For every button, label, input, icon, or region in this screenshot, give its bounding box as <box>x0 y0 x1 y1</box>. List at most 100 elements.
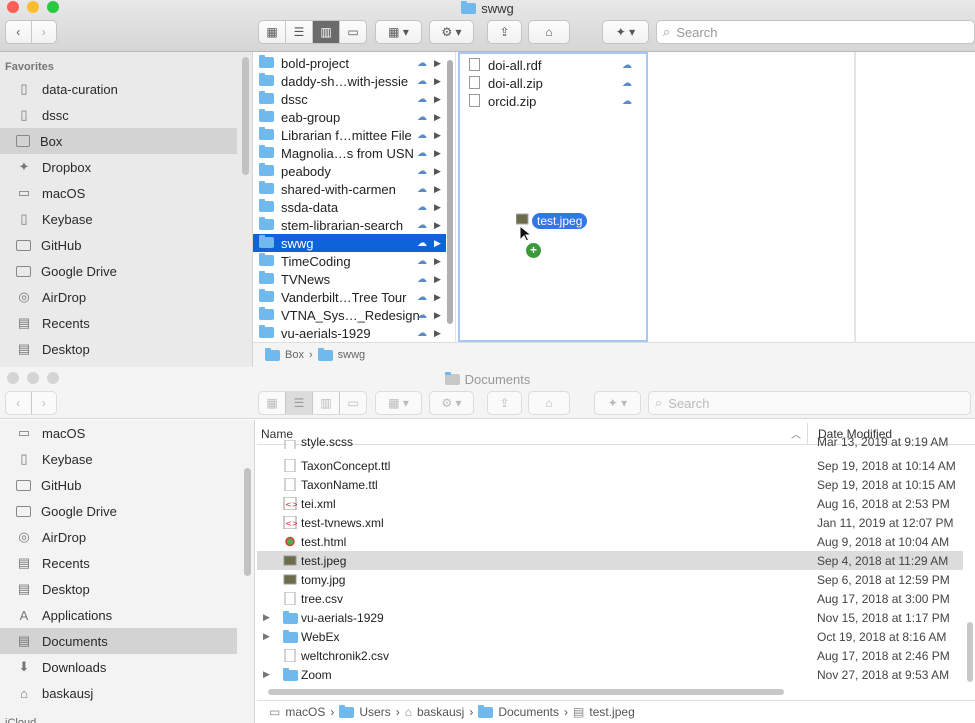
folder-row[interactable]: daddy-sh…with-jessie ☁ ▶ <box>253 72 446 90</box>
folder-row[interactable]: Magnolia…s from USN ☁ ▶ <box>253 144 446 162</box>
sidebar-item-documents[interactable]: ▤ Documents <box>0 628 237 654</box>
path-segment-macos[interactable]: macOS <box>285 705 325 719</box>
forward-button[interactable]: › <box>32 392 57 414</box>
path-segment-users[interactable]: Users <box>359 705 390 719</box>
folder-row[interactable]: vu-aerials-1929 ☁ ▶ <box>253 324 446 342</box>
gallery-view-button[interactable]: ▭ <box>340 392 366 414</box>
sidebar-item-macos[interactable]: ▭ macOS <box>0 420 237 446</box>
sidebar-item-macos[interactable]: ▭ macOS <box>0 180 237 206</box>
table-row[interactable]: weltchronik2.csv Aug 17, 2018 at 2:46 PM <box>257 646 963 665</box>
folder-row[interactable]: Vanderbilt…Tree Tour ☁ ▶ <box>253 288 446 306</box>
list-view-button[interactable]: ☰ <box>286 21 313 43</box>
back-button[interactable]: ‹ <box>6 21 32 43</box>
cloud-icon: ☁ <box>417 309 427 321</box>
folder-row[interactable]: VTNA_Sys…_Redesign ☁ ▶ <box>253 306 446 324</box>
dropbox-button[interactable]: ✦ ▾ <box>602 20 649 44</box>
path-segment-box[interactable]: Box <box>285 349 304 361</box>
sidebar-item-keybase[interactable]: ▯ Keybase <box>0 206 237 232</box>
sidebar-item-recents[interactable]: ▤ Recents <box>0 310 237 336</box>
disclosure-arrow-icon[interactable]: ▶ <box>263 612 270 623</box>
icon-view-button[interactable]: ▦ <box>259 21 286 43</box>
sidebar-item-dssc[interactable]: ▯ dssc <box>0 102 237 128</box>
disclosure-arrow-icon: ▶ <box>434 129 441 140</box>
group-button[interactable]: ▦ ▾ <box>375 20 422 44</box>
sidebar-item-downloads[interactable]: ⬇ Downloads <box>0 654 237 680</box>
search-field[interactable]: ⌕ Search <box>656 20 975 44</box>
folder-row[interactable]: peabody ☁ ▶ <box>253 162 446 180</box>
column-scrollbar[interactable] <box>447 60 453 324</box>
folder-row[interactable]: bold-project ☁ ▶ <box>253 54 446 72</box>
forward-button[interactable]: › <box>32 21 57 43</box>
sidebar-item-box[interactable]: Box <box>0 128 237 154</box>
drag-label: test.jpeg <box>532 213 588 229</box>
path-segment-swwg[interactable]: swwg <box>338 349 366 361</box>
file-row[interactable]: doi-all.zip ☁ <box>460 74 646 92</box>
share-button[interactable]: ⇪ <box>487 20 522 44</box>
disclosure-arrow-icon[interactable]: ▶ <box>263 631 270 642</box>
sidebar-item-google-drive[interactable]: Google Drive <box>0 498 237 524</box>
table-row[interactable]: ▶ WebEx Oct 19, 2018 at 8:16 AM <box>257 627 963 646</box>
sidebar-item-applications[interactable]: A Applications <box>0 602 237 628</box>
table-row[interactable]: test.html Aug 9, 2018 at 10:04 AM <box>257 532 963 551</box>
tags-button[interactable]: ⌂ <box>528 391 570 415</box>
sidebar-item-keybase[interactable]: ▯ Keybase <box>0 446 237 472</box>
doc-icon: ▯ <box>20 451 28 466</box>
table-row[interactable]: tree.csv Aug 17, 2018 at 3:00 PM <box>257 589 963 608</box>
sidebar-item-data-curation[interactable]: ▯ data-curation <box>0 76 237 102</box>
dropbox-button[interactable]: ✦ ▾ <box>594 391 641 415</box>
folder-row[interactable]: eab-group ☁ ▶ <box>253 108 446 126</box>
sidebar-item-github[interactable]: GitHub <box>0 232 237 258</box>
gallery-view-button[interactable]: ▭ <box>340 21 366 43</box>
table-row[interactable]: <> test-tvnews.xml Jan 11, 2019 at 12:07 P… <box>257 513 963 532</box>
file-row[interactable]: doi-all.rdf ☁ <box>460 56 646 74</box>
column-view-button[interactable]: ▥ <box>313 392 340 414</box>
sidebar-item-airdrop[interactable]: ◎ AirDrop <box>0 524 237 550</box>
back-button[interactable]: ‹ <box>6 392 32 414</box>
folder-row[interactable]: swwg ☁ ▶ <box>253 234 446 252</box>
table-row[interactable]: test.jpeg Sep 4, 2018 at 11:29 AM <box>257 551 963 570</box>
folder-row[interactable]: Librarian f…mittee File ☁ ▶ <box>253 126 446 144</box>
disclosure-arrow-icon: ▶ <box>434 93 441 104</box>
folder-row[interactable]: TimeCoding ☁ ▶ <box>253 252 446 270</box>
disclosure-arrow-icon[interactable]: ▶ <box>263 669 270 680</box>
sidebar-item-baskausj[interactable]: ⌂ baskausj <box>0 680 237 706</box>
folder-row[interactable]: TVNews ☁ ▶ <box>253 270 446 288</box>
table-row[interactable]: style.scss Mar 13, 2019 at 9:19 AM <box>257 437 963 449</box>
table-row[interactable]: TaxonName.ttl Sep 19, 2018 at 10:15 AM <box>257 475 963 494</box>
sidebar-item-desktop[interactable]: ▤ Desktop <box>0 336 237 362</box>
table-row[interactable]: TaxonConcept.ttl Sep 19, 2018 at 10:14 AM <box>257 456 963 475</box>
path-segment-baskausj[interactable]: baskausj <box>417 705 464 719</box>
action-gear-button[interactable]: ⚙ ▾ <box>429 20 474 44</box>
folder-row[interactable]: ssda-data ☁ ▶ <box>253 198 446 216</box>
action-gear-button[interactable]: ⚙ ▾ <box>429 391 474 415</box>
folder-row[interactable]: dssc ☁ ▶ <box>253 90 446 108</box>
sidebar-item-google-drive[interactable]: Google Drive <box>0 258 237 284</box>
search-field[interactable]: ⌕ Search <box>648 391 971 415</box>
chevron-right-icon: › <box>330 705 335 719</box>
folder-row[interactable]: stem-librarian-search ☁ ▶ <box>253 216 446 234</box>
list-view-button[interactable]: ☰ <box>286 392 313 414</box>
sidebar-item-recents[interactable]: ▤ Recents <box>0 550 237 576</box>
horizontal-scrollbar[interactable] <box>268 689 784 695</box>
share-button[interactable]: ⇪ <box>487 391 522 415</box>
path-segment-test-jpeg[interactable]: test.jpeg <box>589 705 634 719</box>
group-button[interactable]: ▦ ▾ <box>375 391 422 415</box>
icon-view-button[interactable]: ▦ <box>259 392 286 414</box>
folder-row[interactable]: shared-with-carmen ☁ ▶ <box>253 180 446 198</box>
table-row[interactable]: tomy.jpg Sep 6, 2018 at 12:59 PM <box>257 570 963 589</box>
sidebar-scrollbar[interactable] <box>244 468 251 576</box>
table-row[interactable]: <> tei.xml Aug 16, 2018 at 2:53 PM <box>257 494 963 513</box>
sidebar-item-github[interactable]: GitHub <box>0 472 237 498</box>
sidebar-item-desktop[interactable]: ▤ Desktop <box>0 576 237 602</box>
sidebar-item-label: Dropbox <box>42 159 92 175</box>
tags-button[interactable]: ⌂ <box>528 20 570 44</box>
column-view-button[interactable]: ▥ <box>313 21 340 43</box>
table-row[interactable]: ▶ Zoom Nov 27, 2018 at 9:53 AM <box>257 665 963 684</box>
path-segment-documents[interactable]: Documents <box>498 705 559 719</box>
sidebar-item-dropbox[interactable]: ✦ Dropbox <box>0 154 237 180</box>
file-row[interactable]: orcid.zip ☁ <box>460 92 646 110</box>
list-scrollbar[interactable] <box>967 622 973 682</box>
table-row[interactable]: ▶ vu-aerials-1929 Nov 15, 2018 at 1:17 PM <box>257 608 963 627</box>
sidebar-item-airdrop[interactable]: ◎ AirDrop <box>0 284 237 310</box>
sidebar-scrollbar[interactable] <box>242 57 249 175</box>
